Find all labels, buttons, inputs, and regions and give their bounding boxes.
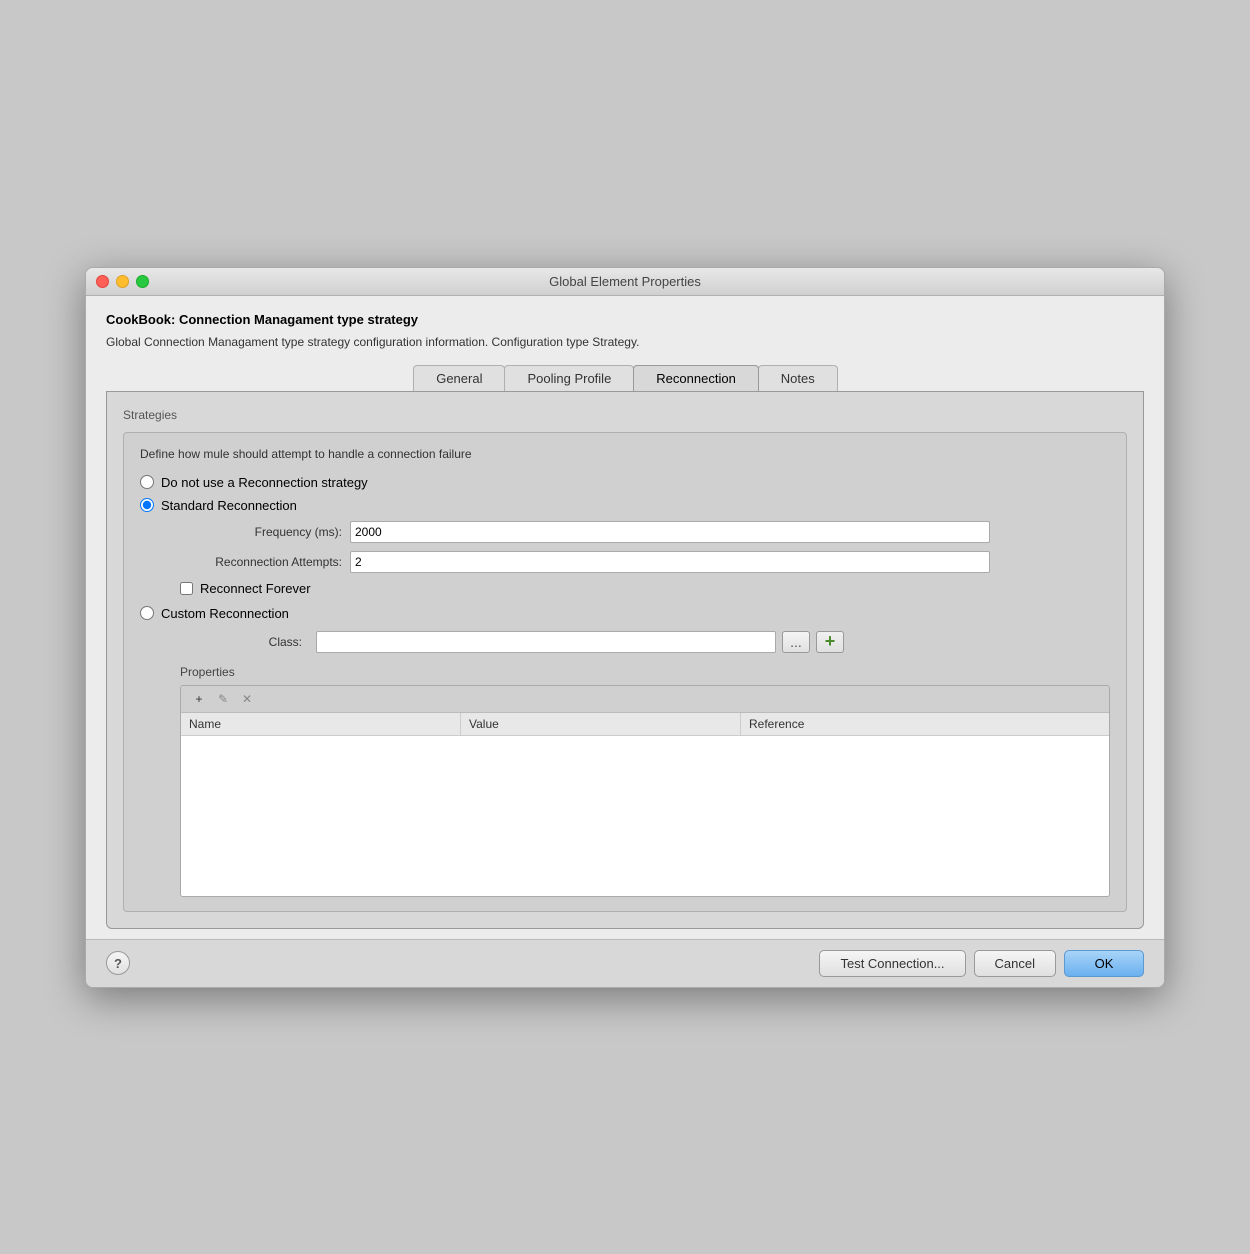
- dialog-header-desc: Global Connection Managament type strate…: [106, 333, 1144, 351]
- tab-notes[interactable]: Notes: [758, 365, 838, 391]
- add-class-button[interactable]: +: [816, 631, 844, 653]
- properties-toolbar: + ✎ ✕: [181, 686, 1109, 713]
- frequency-row: Frequency (ms):: [180, 521, 1110, 543]
- radio-none[interactable]: [140, 475, 154, 489]
- class-row: Class: ... +: [180, 631, 1110, 653]
- dialog-header-title: CookBook: Connection Managament type str…: [106, 312, 1144, 327]
- properties-box: + ✎ ✕ Name Value Reference: [180, 685, 1110, 897]
- footer-buttons: Test Connection... Cancel OK: [819, 950, 1144, 977]
- frequency-label: Frequency (ms):: [180, 525, 350, 539]
- attempts-input[interactable]: [350, 551, 990, 573]
- toolbar-delete-button[interactable]: ✕: [237, 690, 257, 708]
- help-button[interactable]: ?: [106, 951, 130, 975]
- radio-option-custom[interactable]: Custom Reconnection: [140, 606, 1110, 621]
- tab-pooling[interactable]: Pooling Profile: [504, 365, 634, 391]
- cancel-button[interactable]: Cancel: [974, 950, 1056, 977]
- tab-panel-reconnection: Strategies Define how mule should attemp…: [106, 391, 1144, 929]
- col-reference: Reference: [741, 713, 1109, 735]
- test-connection-button[interactable]: Test Connection...: [819, 950, 965, 977]
- radio-option-none[interactable]: Do not use a Reconnection strategy: [140, 475, 1110, 490]
- tab-general[interactable]: General: [413, 365, 505, 391]
- properties-table-body: [181, 736, 1109, 896]
- properties-table-header: Name Value Reference: [181, 713, 1109, 736]
- window-title: Global Element Properties: [549, 274, 701, 289]
- col-name: Name: [181, 713, 461, 735]
- strategies-section-title: Strategies: [123, 408, 1127, 422]
- reconnect-forever-checkbox[interactable]: [180, 582, 193, 595]
- content-area: CookBook: Connection Managament type str…: [86, 296, 1164, 939]
- radio-standard-label: Standard Reconnection: [161, 498, 297, 513]
- frequency-input[interactable]: [350, 521, 990, 543]
- radio-none-label: Do not use a Reconnection strategy: [161, 475, 368, 490]
- window-controls: [96, 275, 149, 288]
- properties-title: Properties: [180, 665, 1110, 679]
- tab-reconnection[interactable]: Reconnection: [633, 365, 759, 391]
- standard-fields: Frequency (ms): Reconnection Attempts: R…: [180, 521, 1110, 596]
- toolbar-add-button[interactable]: +: [189, 690, 209, 708]
- radio-standard[interactable]: [140, 498, 154, 512]
- reconnect-forever-label: Reconnect Forever: [200, 581, 311, 596]
- attempts-row: Reconnection Attempts:: [180, 551, 1110, 573]
- reconnect-forever-row: Reconnect Forever: [180, 581, 1110, 596]
- class-input[interactable]: [316, 631, 776, 653]
- close-button[interactable]: [96, 275, 109, 288]
- radio-option-standard[interactable]: Standard Reconnection: [140, 498, 1110, 513]
- properties-section: Properties + ✎ ✕ Name Value Reference: [180, 665, 1110, 897]
- browse-button[interactable]: ...: [782, 631, 810, 653]
- footer: ? Test Connection... Cancel OK: [86, 939, 1164, 987]
- class-label: Class:: [180, 635, 310, 649]
- maximize-button[interactable]: [136, 275, 149, 288]
- attempts-label: Reconnection Attempts:: [180, 555, 350, 569]
- dialog-window: Global Element Properties CookBook: Conn…: [85, 267, 1165, 988]
- strategies-description: Define how mule should attempt to handle…: [140, 447, 1110, 461]
- radio-custom-label: Custom Reconnection: [161, 606, 289, 621]
- titlebar: Global Element Properties: [86, 268, 1164, 296]
- footer-left: ?: [106, 951, 130, 975]
- strategies-box: Define how mule should attempt to handle…: [123, 432, 1127, 912]
- toolbar-edit-button[interactable]: ✎: [213, 690, 233, 708]
- tabs-container: General Pooling Profile Reconnection Not…: [106, 365, 1144, 391]
- col-value: Value: [461, 713, 741, 735]
- radio-custom[interactable]: [140, 606, 154, 620]
- ok-button[interactable]: OK: [1064, 950, 1144, 977]
- minimize-button[interactable]: [116, 275, 129, 288]
